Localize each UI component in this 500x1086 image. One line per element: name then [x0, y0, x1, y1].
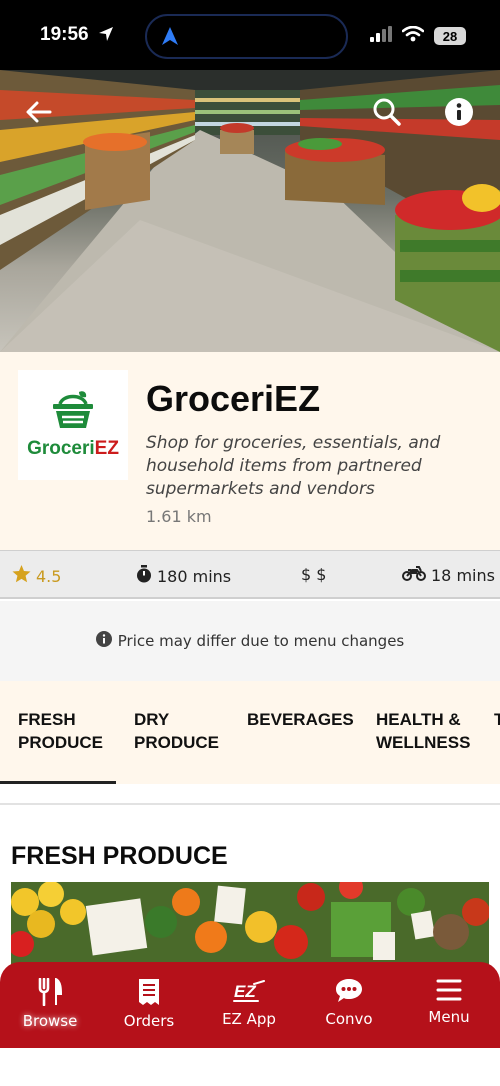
nav-menu-label: Menu — [428, 1008, 470, 1026]
store-name: GroceriEZ — [146, 378, 321, 419]
navigation-arrow-icon — [161, 26, 179, 50]
category-tabs: FRESH PRODUCE DRY PRODUCE BEVERAGES HEAL… — [0, 681, 500, 784]
price-level: $ $ — [301, 565, 327, 584]
ez-logo-icon: EZ — [233, 980, 265, 1002]
bottom-navigation: Browse Orders EZ EZ App Convo Menu — [0, 962, 500, 1048]
battery-indicator: 28 — [434, 27, 466, 45]
svg-text:EZ: EZ — [234, 982, 256, 1001]
back-arrow-icon[interactable] — [24, 97, 54, 127]
tab-health-wellness[interactable]: HEALTH & WELLNESS — [376, 708, 476, 754]
info-circle-icon — [95, 631, 112, 651]
wifi-icon — [401, 25, 425, 46]
rating-value: 4.5 — [36, 566, 62, 586]
chat-bubble-icon — [336, 979, 362, 1002]
search-icon[interactable] — [372, 97, 402, 127]
info-icon[interactable] — [444, 97, 474, 127]
basket-icon — [51, 390, 95, 434]
delivery-time: 18 mins — [402, 565, 495, 585]
notice-text: Price may differ due to menu changes — [117, 632, 405, 650]
store-description: Shop for groceries, essentials, and hous… — [146, 433, 441, 499]
section-title: FRESH PRODUCE — [11, 842, 228, 870]
nav-orders-label: Orders — [123, 1012, 175, 1030]
prep-time: 180 mins — [136, 565, 231, 587]
stopwatch-icon — [136, 565, 152, 587]
store-logo: GroceriEZ — [18, 370, 128, 480]
nav-browse[interactable]: Browse — [5, 978, 95, 1030]
nav-orders[interactable]: Orders — [104, 978, 194, 1030]
hamburger-icon — [436, 979, 462, 1001]
delivery-time-value: 18 mins — [431, 565, 495, 585]
store-info-row: 4.5 180 mins $ $ 18 mins — [0, 550, 500, 599]
tab-fresh-produce[interactable]: FRESH PRODUCE — [18, 708, 116, 754]
store-distance: 1.61 km — [146, 507, 212, 526]
tab-beverages[interactable]: BEVERAGES — [247, 708, 357, 731]
nav-convo[interactable]: Convo — [304, 978, 394, 1028]
rating: 4.5 — [12, 565, 61, 587]
tab-truncated[interactable]: T — [494, 708, 500, 731]
nav-ez-app[interactable]: EZ EZ App — [204, 980, 294, 1028]
dynamic-island — [145, 14, 348, 59]
motorbike-icon — [402, 565, 426, 585]
nav-convo-label: Convo — [325, 1010, 373, 1028]
receipt-icon — [139, 979, 159, 1005]
status-indicators: 28 — [370, 25, 466, 46]
location-arrow-icon — [98, 26, 114, 46]
nav-ez-app-label: EZ App — [222, 1010, 276, 1028]
price-notice: Price may differ due to menu changes — [0, 601, 500, 681]
signal-icon — [370, 26, 392, 46]
prep-time-value: 180 mins — [157, 566, 232, 586]
logo-text-red: EZ — [94, 438, 119, 459]
logo-text-green: Groceri — [27, 438, 95, 459]
supermarket-aisle-photo — [0, 70, 500, 352]
active-tab-indicator — [0, 781, 116, 784]
divider — [0, 803, 500, 805]
store-hero-image — [0, 70, 500, 352]
tab-dry-produce[interactable]: DRY PRODUCE — [134, 708, 230, 754]
logo-wordmark: GroceriEZ — [27, 438, 119, 460]
status-bar: 19:56 28 — [0, 0, 500, 70]
nav-browse-label: Browse — [22, 1012, 78, 1030]
fork-knife-icon — [38, 978, 63, 1006]
status-time: 19:56 — [40, 24, 89, 45]
nav-menu[interactable]: Menu — [404, 978, 494, 1026]
store-header: GroceriEZ GroceriEZ Shop for groceries, … — [0, 352, 500, 550]
star-icon — [12, 565, 31, 587]
